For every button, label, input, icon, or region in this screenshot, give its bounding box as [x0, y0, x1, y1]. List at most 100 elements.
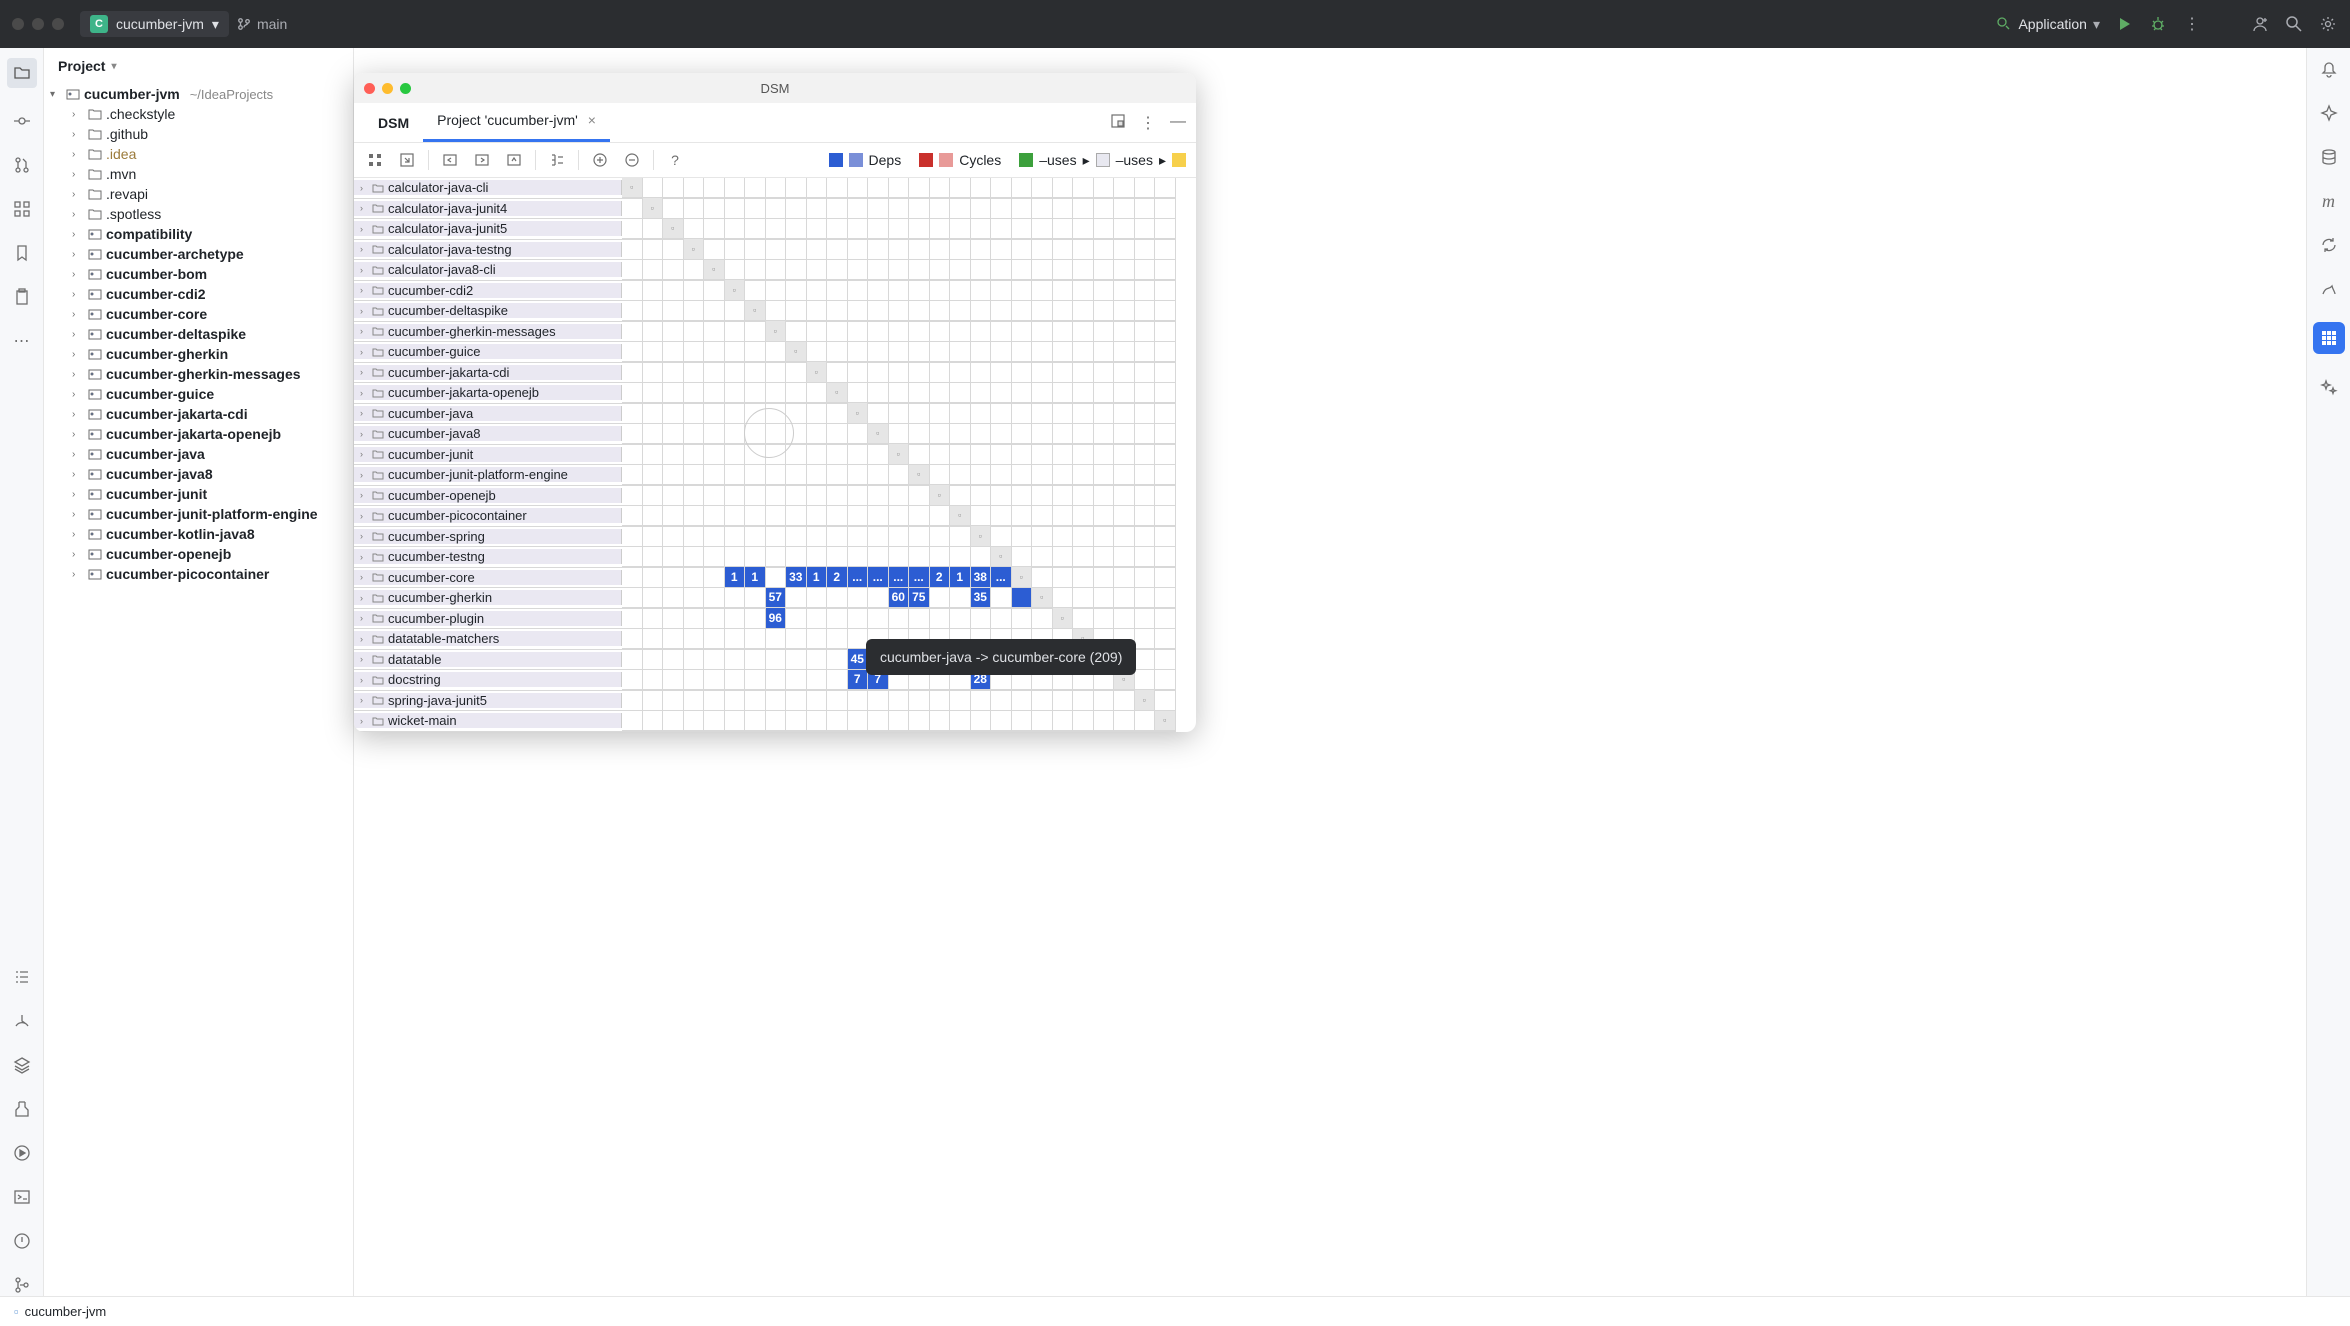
dsm-cell[interactable]: [663, 547, 684, 568]
dsm-cell[interactable]: 1: [807, 567, 828, 588]
dsm-cell[interactable]: [745, 485, 766, 506]
dsm-cell[interactable]: [1053, 383, 1074, 404]
dsm-cell[interactable]: [1032, 465, 1053, 486]
dsm-cell[interactable]: 1: [950, 567, 971, 588]
dsm-cell[interactable]: [991, 424, 1012, 445]
dsm-cell[interactable]: [1053, 321, 1074, 342]
remove-icon[interactable]: [621, 149, 643, 171]
dsm-cell[interactable]: [1032, 198, 1053, 219]
dsm-cell[interactable]: [1155, 321, 1176, 342]
dsm-cell[interactable]: [868, 280, 889, 301]
dsm-cell[interactable]: [745, 506, 766, 527]
dsm-cell[interactable]: [786, 547, 807, 568]
structure-tool-icon[interactable]: [11, 198, 33, 220]
dsm-cell[interactable]: [971, 198, 992, 219]
dsm-cell[interactable]: [848, 485, 869, 506]
dsm-cell[interactable]: ▫: [663, 219, 684, 240]
dsm-cell[interactable]: [786, 383, 807, 404]
dsm-cell[interactable]: [1135, 608, 1156, 629]
dsm-cell[interactable]: [1155, 239, 1176, 260]
dsm-cell[interactable]: [1094, 239, 1115, 260]
dsm-cell[interactable]: [704, 444, 725, 465]
dsm-cell[interactable]: [1094, 465, 1115, 486]
dsm-row[interactable]: ›cucumber-gherkin57607535▫: [354, 588, 1176, 609]
dsm-cell[interactable]: [1155, 260, 1176, 281]
dsm-cell[interactable]: [622, 649, 643, 670]
dsm-cell[interactable]: 75: [909, 588, 930, 609]
dsm-cell[interactable]: [1073, 301, 1094, 322]
dsm-cell[interactable]: 2: [930, 567, 951, 588]
dsm-cell[interactable]: [663, 629, 684, 650]
dsm-cell[interactable]: [622, 321, 643, 342]
more-actions-icon[interactable]: ⋮: [2182, 14, 2202, 34]
dsm-cell[interactable]: ▫: [950, 506, 971, 527]
dsm-cell[interactable]: [991, 198, 1012, 219]
dsm-cell[interactable]: [1155, 608, 1176, 629]
dsm-cell[interactable]: [725, 342, 746, 363]
dsm-cell[interactable]: [991, 301, 1012, 322]
dsm-cell[interactable]: [807, 260, 828, 281]
dsm-cell[interactable]: [1012, 424, 1033, 445]
dsm-cell[interactable]: [868, 383, 889, 404]
tree-node[interactable]: ›cucumber-jakarta-openejb: [44, 424, 353, 444]
dsm-cell[interactable]: [868, 506, 889, 527]
dsm-cell[interactable]: [622, 219, 643, 240]
dsm-cell[interactable]: [725, 239, 746, 260]
dsm-cell[interactable]: [971, 444, 992, 465]
dsm-cell[interactable]: [1094, 608, 1115, 629]
minimize-window-icon[interactable]: [32, 18, 44, 30]
dsm-cell[interactable]: [622, 465, 643, 486]
dsm-cell[interactable]: [1073, 444, 1094, 465]
dsm-row-label[interactable]: ›cucumber-guice: [354, 344, 622, 359]
tree-icon[interactable]: [546, 149, 568, 171]
dsm-cell[interactable]: [1032, 321, 1053, 342]
problems-tool-icon[interactable]: [11, 1230, 33, 1252]
dsm-cell[interactable]: [889, 690, 910, 711]
dsm-cell[interactable]: [745, 219, 766, 240]
dsm-row[interactable]: ›cucumber-junit-platform-engine▫: [354, 465, 1176, 486]
dsm-cell[interactable]: [643, 567, 664, 588]
dsm-cell[interactable]: [1012, 588, 1033, 609]
dsm-cell[interactable]: [868, 485, 889, 506]
dsm-cell[interactable]: [622, 424, 643, 445]
dsm-cell[interactable]: [745, 588, 766, 609]
dsm-cell[interactable]: [684, 670, 705, 691]
dsm-cell[interactable]: ▫: [930, 485, 951, 506]
dsm-cell[interactable]: [725, 383, 746, 404]
dsm-cell[interactable]: [971, 321, 992, 342]
dsm-cell[interactable]: [930, 403, 951, 424]
dsm-cell[interactable]: [1012, 342, 1033, 363]
dsm-cell[interactable]: [1135, 383, 1156, 404]
dsm-cell[interactable]: [684, 219, 705, 240]
dsm-cell[interactable]: [1053, 444, 1074, 465]
dsm-cell[interactable]: [868, 342, 889, 363]
dsm-cell[interactable]: ▫: [991, 547, 1012, 568]
dsm-row[interactable]: ›calculator-java-testng▫: [354, 240, 1176, 261]
dsm-cell[interactable]: [1012, 608, 1033, 629]
dsm-cell[interactable]: [1155, 219, 1176, 240]
dsm-cell[interactable]: [766, 301, 787, 322]
dsm-cell[interactable]: [684, 588, 705, 609]
dsm-cell[interactable]: ▫: [1135, 690, 1156, 711]
dsm-cell[interactable]: [827, 198, 848, 219]
dsm-cell[interactable]: [684, 485, 705, 506]
dsm-cell[interactable]: [622, 547, 643, 568]
dsm-cell[interactable]: [1135, 547, 1156, 568]
dsm-cell[interactable]: [827, 239, 848, 260]
dsm-cell[interactable]: [663, 690, 684, 711]
dsm-cell[interactable]: [1135, 280, 1156, 301]
dsm-cell[interactable]: [1073, 588, 1094, 609]
dsm-cell[interactable]: [971, 711, 992, 732]
dsm-cell[interactable]: [807, 526, 828, 547]
dsm-cell[interactable]: [950, 547, 971, 568]
dsm-cell[interactable]: [1094, 588, 1115, 609]
dsm-cell[interactable]: [848, 506, 869, 527]
dsm-cell[interactable]: [643, 588, 664, 609]
dsm-cell[interactable]: [663, 260, 684, 281]
dsm-cell[interactable]: [786, 506, 807, 527]
dsm-cell[interactable]: [909, 178, 930, 198]
dsm-cell[interactable]: [909, 608, 930, 629]
dsm-cell[interactable]: [1135, 301, 1156, 322]
dsm-cell[interactable]: [643, 690, 664, 711]
tree-node[interactable]: ›cucumber-picocontainer: [44, 564, 353, 584]
